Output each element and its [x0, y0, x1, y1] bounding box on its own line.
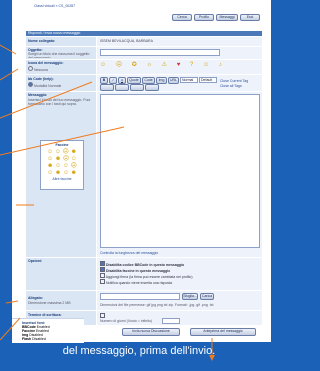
icona-label: Icona del messaggio:: [28, 61, 64, 65]
smiley-icon[interactable]: ☺: [55, 149, 61, 155]
top-search-button[interactable]: Cerca: [172, 14, 192, 21]
page: { "breadcrumb": "Classi virtuali » CS_00…: [0, 0, 278, 371]
quote-button[interactable]: Quote: [127, 77, 141, 84]
top-messages-button[interactable]: Messaggi: [216, 14, 238, 21]
upload-button[interactable]: Carica: [200, 293, 214, 300]
option-notify[interactable]: Notifica quando viene inserita una rispo…: [100, 279, 172, 285]
smiley-icon[interactable]: ☻: [71, 149, 77, 155]
radio-icon: [28, 82, 33, 87]
allegato-note: Dimensioni del file permesse: gif jpg pn…: [100, 303, 214, 307]
allegato-label: Allegato:: [28, 296, 43, 300]
img-button[interactable]: Img: [156, 77, 167, 84]
close-current-tag-link[interactable]: Close Current Tag: [220, 79, 248, 83]
code-button[interactable]: Code: [142, 77, 155, 84]
nome-label: Nome collegato:: [28, 39, 56, 43]
preview-message-button[interactable]: Anteprima del messaggio: [190, 328, 256, 336]
message-icon-option[interactable]: ⚠: [162, 62, 167, 68]
extra-format-button[interactable]: [100, 84, 114, 91]
smiley-icon[interactable]: ☺: [47, 170, 53, 176]
bbcode-mode-label: Modalità Normale: [33, 84, 62, 88]
smiley-icon[interactable]: ☹: [63, 149, 69, 155]
footer-info-box: Inserisci font: BBCode Enabled Faccine E…: [12, 318, 84, 343]
termine-label: Termine di scrittura:: [28, 313, 62, 317]
messaggio-label: Messaggio:: [28, 93, 48, 97]
message-textarea[interactable]: [100, 94, 260, 248]
caption-text: del messaggio, prima dell'invio.: [62, 345, 216, 357]
italic-button[interactable]: i: [109, 77, 117, 84]
breadcrumb[interactable]: Classi virtuali » CS_00287: [34, 4, 75, 8]
option-label: Notifica quando viene inserita una rispo…: [105, 281, 172, 285]
attachment-file-input[interactable]: [100, 293, 180, 300]
message-icon-option[interactable]: ✪: [132, 62, 137, 68]
checkbox-icon: [100, 267, 105, 272]
message-icon-option[interactable]: ?: [190, 62, 193, 68]
footer-key: Flash: [22, 337, 32, 341]
icona-none-label: Nessuna: [33, 68, 48, 72]
allegato-help: Dimensione massima 2 MB: [28, 301, 71, 305]
checkbox-icon: [100, 279, 105, 284]
footer-line: Flash Disabled: [22, 337, 84, 341]
extra-format-button[interactable]: [130, 84, 144, 91]
subject-input[interactable]: [100, 49, 220, 56]
smiley-icon[interactable]: ☻: [71, 170, 77, 176]
browse-button[interactable]: Sfoglia...: [182, 293, 198, 300]
message-icon-option[interactable]: ♪: [219, 62, 222, 68]
smiley-icon[interactable]: ☹: [63, 156, 69, 162]
smiley-icon[interactable]: ☺: [63, 163, 69, 169]
top-bar: Classi virtuali » CS_00287 Cerca Profilo…: [12, 0, 271, 28]
url-button[interactable]: URL: [168, 77, 179, 84]
smiley-icon[interactable]: ☹: [71, 163, 77, 169]
messaggio-help: Inserisci il testo del tuo messaggio. Pu…: [28, 98, 91, 106]
checkbox-icon: [100, 273, 105, 278]
message-icon-option[interactable]: ☺: [203, 62, 209, 68]
icona-none-option[interactable]: Nessuna: [28, 66, 48, 72]
message-length-link[interactable]: Controlla la lunghezza del messaggio: [100, 251, 158, 255]
smiley-icon[interactable]: ☺: [55, 163, 61, 169]
termine-days-input[interactable]: [162, 318, 180, 324]
radio-icon: [28, 66, 33, 71]
top-exit-button[interactable]: Esci: [240, 14, 260, 21]
extra-format-button[interactable]: [145, 84, 159, 91]
bbcode-label: bb Code (help):: [28, 77, 54, 81]
message-icon-option[interactable]: ☼: [146, 62, 152, 68]
smiley-icon[interactable]: ☺: [71, 156, 77, 162]
oggetto-help: Scegli un titolo che riassuma il soggett…: [28, 52, 90, 58]
smiley-icon[interactable]: ☺: [47, 149, 53, 155]
color-select[interactable]: Default: [199, 77, 217, 83]
extra-format-button[interactable]: [115, 84, 129, 91]
top-profile-button[interactable]: Profilo: [194, 14, 214, 21]
more-smilies-link[interactable]: Altre faccine: [41, 177, 83, 181]
footer-value: Disabled: [32, 337, 46, 341]
checkbox-icon: [100, 313, 105, 318]
smiley-icon[interactable]: ☺: [63, 170, 69, 176]
smiley-icon[interactable]: ☺: [47, 156, 53, 162]
termine-note: Numero di giorni (Vuoto = infinito): [100, 319, 153, 323]
message-icon-option[interactable]: ☹: [116, 62, 122, 68]
checkbox-icon: [100, 261, 105, 266]
smilies-title: Faccine: [55, 143, 69, 147]
opzioni-label: Opzioni:: [28, 259, 42, 263]
close-all-tags-link[interactable]: Close all Tags: [220, 84, 242, 88]
bold-button[interactable]: B: [100, 77, 108, 84]
smiley-icon[interactable]: ☻: [55, 156, 61, 162]
bbcode-mode-option[interactable]: Modalità Normale: [28, 82, 61, 88]
size-select[interactable]: Normal: [180, 77, 198, 83]
form-header: Rispondi / Invia nuovo messaggio: [26, 31, 262, 36]
smiley-icon[interactable]: ☻: [47, 163, 53, 169]
underline-button[interactable]: u: [118, 77, 126, 84]
nome-value: ISSEM BEVILACQUA, BARBARA: [100, 39, 153, 43]
message-icon-option[interactable]: ☺: [100, 62, 106, 68]
smilies-grid: ☺ ☺ ☹ ☻ ☺ ☻ ☹ ☺ ☻ ☺ ☺ ☹ ☺ ☻ ☺ ☻: [41, 149, 83, 177]
smiley-icon[interactable]: ☻: [55, 170, 61, 176]
message-icon-picker: ☺ ☹ ✪ ☼ ⚠ ♥ ? ☺ ♪: [100, 62, 260, 72]
forum-panel: Classi virtuali » CS_00287 Cerca Profilo…: [12, 0, 271, 342]
smilies-box: Faccine ☺ ☺ ☹ ☻ ☺ ☻ ☹ ☺ ☻ ☺ ☺ ☹ ☺ ☻ ☺ ☻ …: [40, 140, 84, 190]
submit-new-topic-button[interactable]: Invia nuova Discussione: [122, 328, 180, 336]
message-icon-option[interactable]: ♥: [177, 62, 181, 68]
